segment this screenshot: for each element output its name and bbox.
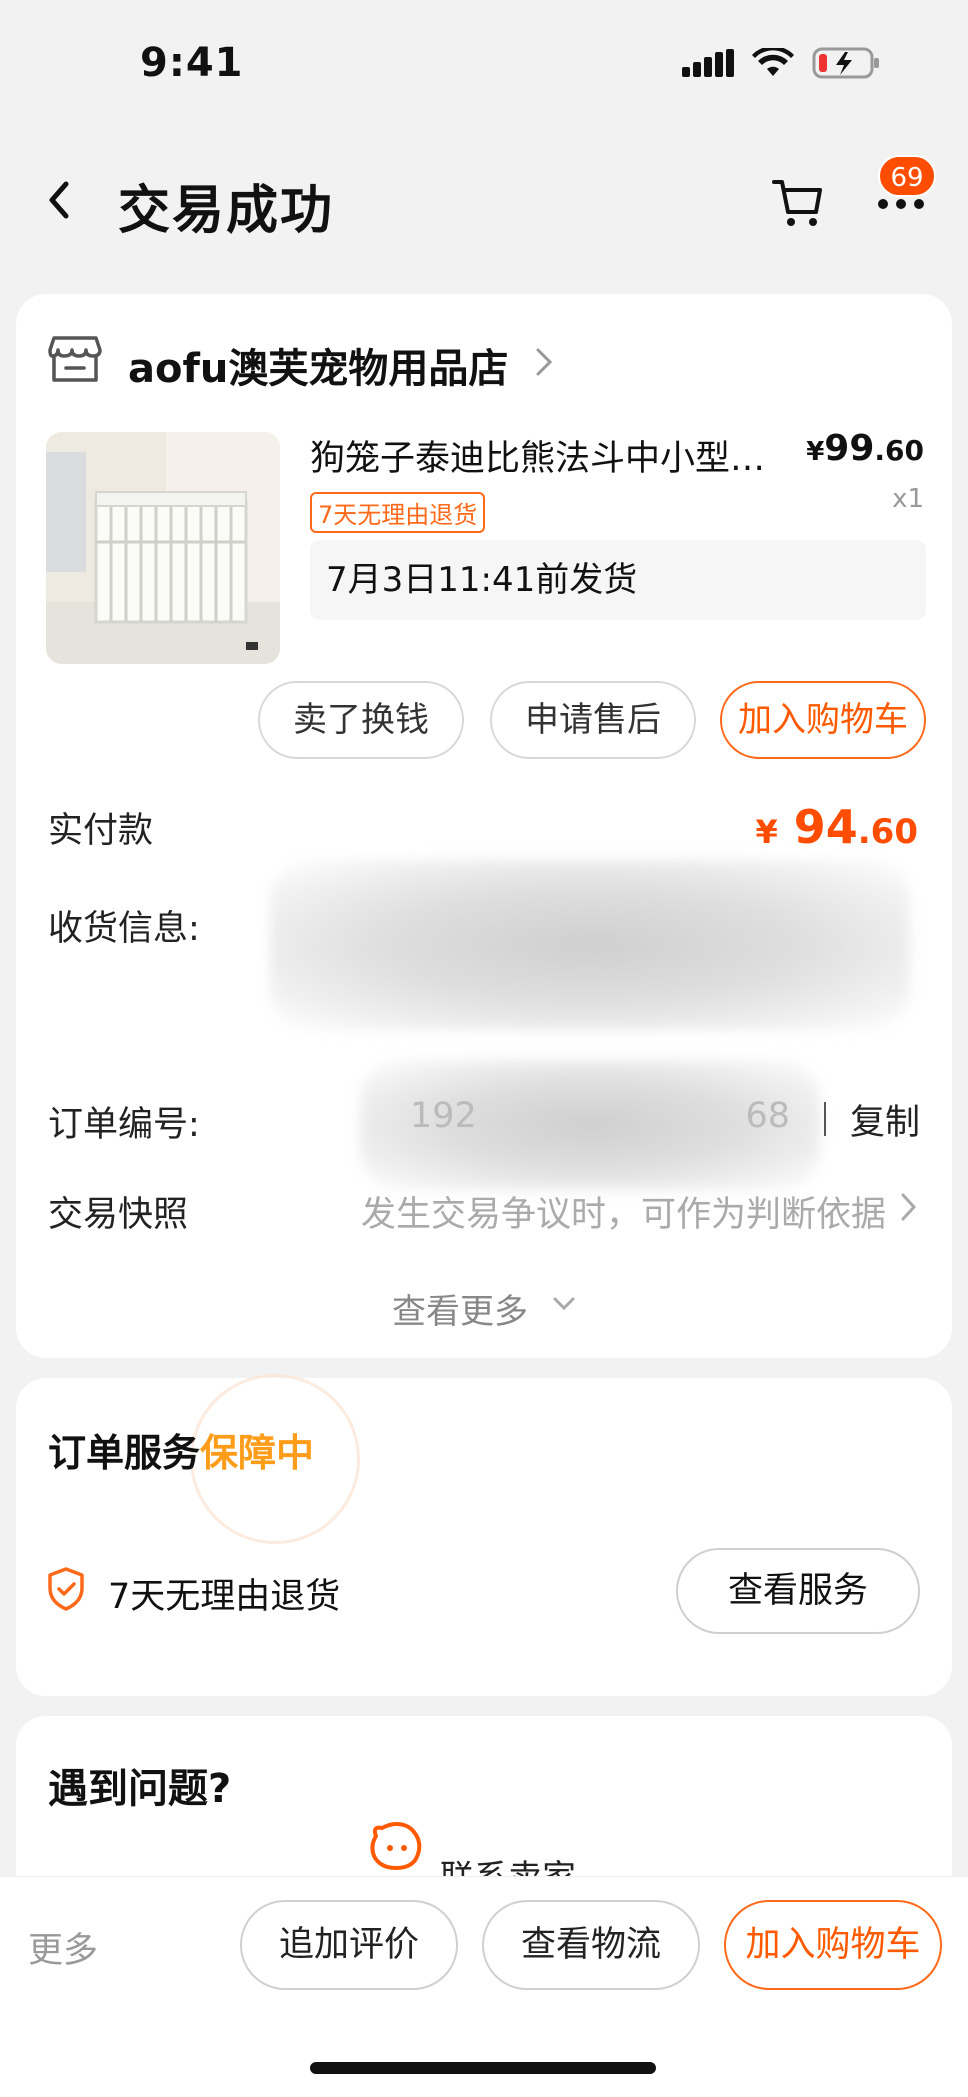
shop-name[interactable]: aofu澳芙宠物用品店 <box>128 336 508 394</box>
product-quantity: x1 <box>892 484 924 514</box>
back-icon[interactable] <box>40 170 80 230</box>
paid-label: 实付款 <box>48 811 154 851</box>
view-service-button[interactable]: 查看服务 <box>676 1548 920 1634</box>
product-thumbnail[interactable] <box>46 432 280 664</box>
status-time: 9:41 <box>140 40 244 86</box>
service-item: 7天无理由退货 <box>108 1577 341 1617</box>
more-button[interactable]: 更多 <box>28 1922 98 1973</box>
signal-icon <box>682 49 734 77</box>
redacted-address <box>270 860 910 1030</box>
price-decimal: .60 <box>874 434 924 467</box>
product-price: ¥99.60 <box>806 428 924 469</box>
paid-amount: ¥ 94.60 <box>755 800 918 854</box>
add-to-cart-button[interactable]: 加入购物车 <box>720 681 926 759</box>
service-status: 保障中 <box>200 1431 315 1475</box>
after-sale-button[interactable]: 申请售后 <box>490 681 696 759</box>
order-number-head: 192 <box>410 1096 477 1136</box>
shield-check-icon <box>48 1567 84 1611</box>
paid-decimal: .60 <box>857 812 918 852</box>
return-policy-tag: 7天无理由退货 <box>310 492 486 533</box>
price-integer: 99 <box>824 428 875 469</box>
cart-icon[interactable] <box>772 176 824 230</box>
address-label: 收货信息: <box>48 909 200 949</box>
product-title[interactable]: 狗笼子泰迪比熊法斗中小型宠物笼 <box>310 430 790 481</box>
snapshot-label: 交易快照 <box>48 1195 189 1235</box>
copy-button[interactable]: 复制 <box>850 1094 920 1145</box>
paid-currency: ¥ <box>755 813 778 851</box>
service-title: 订单服务保障中 <box>48 1422 314 1477</box>
shipping-deadline: 7月3日11:41前发货 <box>310 540 926 620</box>
add-review-button[interactable]: 追加评价 <box>240 1900 458 1990</box>
shop-icon <box>48 336 102 382</box>
contact-seller-icon[interactable] <box>368 1822 424 1872</box>
page-title: 交易成功 <box>118 181 335 241</box>
view-more-link[interactable]: 查看更多 <box>392 1284 528 1333</box>
sell-button[interactable]: 卖了换钱 <box>258 681 464 759</box>
dog-cage-image <box>46 432 280 664</box>
bottom-add-to-cart-button[interactable]: 加入购物车 <box>724 1900 942 1990</box>
paid-integer: 94 <box>793 800 858 854</box>
wifi-icon <box>752 48 794 76</box>
chevron-right-icon[interactable] <box>900 1192 918 1222</box>
problem-title: 遇到问题? <box>48 1766 232 1812</box>
message-count-badge: 69 <box>878 155 936 197</box>
snapshot-hint[interactable]: 发生交易争议时，可作为判断依据 <box>361 1186 886 1237</box>
chevron-down-icon[interactable] <box>552 1294 576 1314</box>
divider <box>824 1102 826 1136</box>
chevron-right-icon[interactable] <box>534 346 554 378</box>
price-currency: ¥ <box>806 437 825 467</box>
order-number-label: 订单编号: <box>48 1105 200 1145</box>
home-indicator[interactable] <box>310 2062 656 2074</box>
battery-icon <box>812 47 879 79</box>
status-icons <box>682 46 882 80</box>
service-title-text: 订单服务 <box>48 1431 201 1475</box>
order-number-tail: 68 <box>745 1096 790 1136</box>
view-logistics-button[interactable]: 查看物流 <box>482 1900 700 1990</box>
